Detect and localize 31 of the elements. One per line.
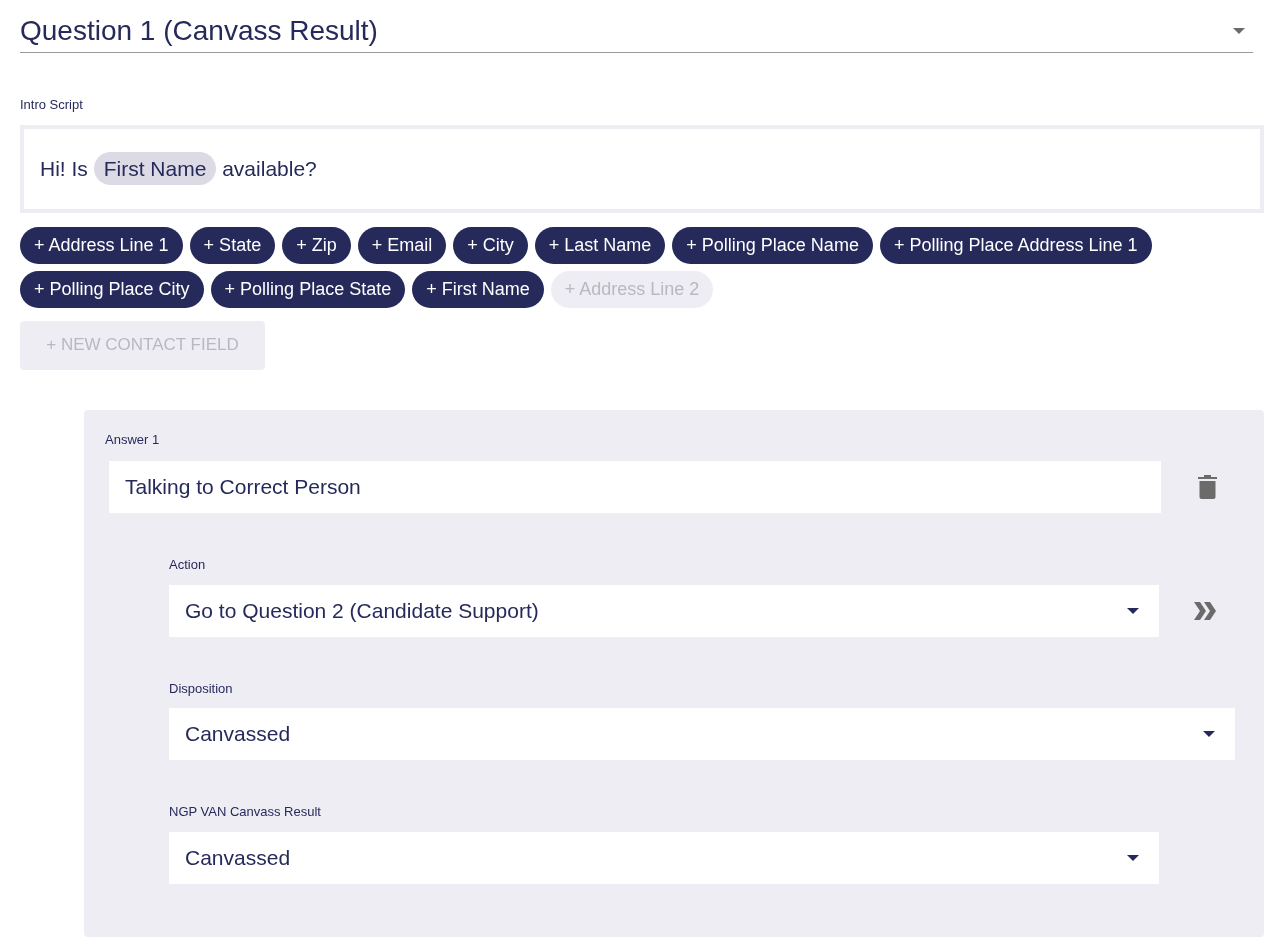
dropdown-caret-icon [1203,731,1215,737]
field-label: Intro Script [20,96,84,114]
contact-field-chip[interactable]: + Last Name [534,226,666,264]
contact-field-chip[interactable]: + Address Line 1 [20,226,183,264]
contact-field-chip[interactable]: + Polling Place State [210,270,406,308]
contact-field-chip[interactable]: + First Name [412,270,544,308]
dropdown-caret-icon [1233,28,1245,34]
contact-field-chip[interactable]: + City [453,226,528,264]
intro-script-field[interactable]: Hi! Is First Name available? [20,124,1264,213]
answer-input-field[interactable]: Talking to Correct Person [109,461,1161,513]
script-text: Hi! Is [40,155,89,182]
script-text: available? [221,155,317,182]
dropdown-caret-icon [1127,854,1139,861]
contact-field-chip[interactable]: + Email [357,226,447,264]
field-label: NGP VAN Canvass Result [169,803,322,821]
contact-field-chip[interactable]: + Zip [282,226,351,264]
contact-field-chip[interactable]: + Polling Place City [20,270,204,308]
question-select[interactable]: Question 1 (Canvass Result) [20,10,1253,53]
select-field[interactable]: Canvassed [169,831,1159,884]
select-field[interactable]: Go to Question 2 (Candidate Support) [169,584,1159,637]
field-label: Answer 1 [105,430,161,449]
trash-icon[interactable] [1198,475,1217,499]
script-token: First Name [93,151,217,186]
select-field[interactable]: Canvassed [169,708,1235,760]
double-chevron-icon[interactable] [1194,601,1216,620]
field-label: Disposition [169,679,234,698]
contact-field-chip[interactable]: + State [189,226,276,264]
field-label: Action [169,556,207,574]
contact-field-chip[interactable]: + Polling Place Name [672,226,873,264]
dropdown-caret-icon [1127,607,1139,614]
contact-field-chip[interactable]: + Polling Place Address Line 1 [879,226,1152,264]
